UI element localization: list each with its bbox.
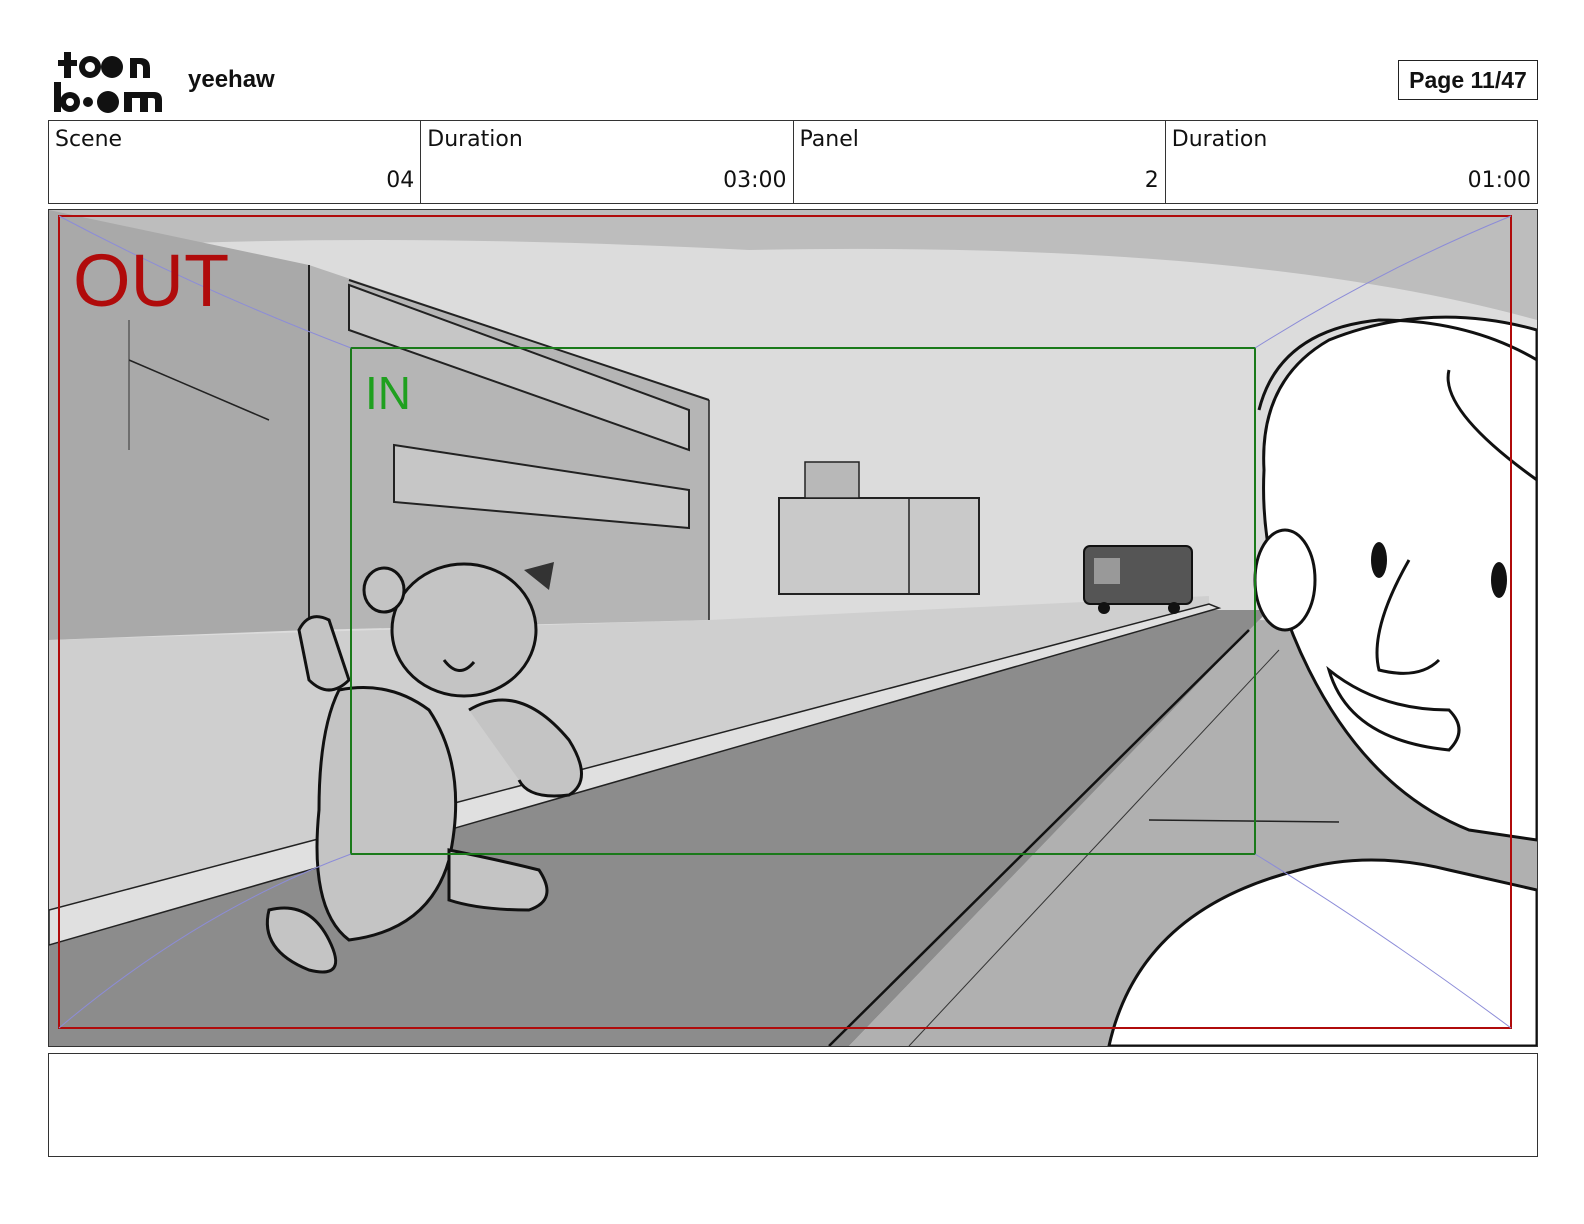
scene-duration-value: 03:00 <box>723 168 787 193</box>
panel-info-table: Scene 04 Duration 03:00 Panel 2 Duration… <box>48 120 1538 204</box>
panel-cell: Panel 2 <box>794 121 1166 203</box>
panel-value: 2 <box>1144 168 1159 193</box>
scene-value: 04 <box>386 168 415 193</box>
storyboard-panel: OUT IN <box>48 209 1538 1047</box>
toon-boom-logo <box>50 48 166 114</box>
page-number: Page 11/47 <box>1398 60 1538 100</box>
panel-duration-value: 01:00 <box>1467 168 1531 193</box>
scene-cell: Scene 04 <box>49 121 422 203</box>
scene-duration-cell: Duration 03:00 <box>421 121 794 203</box>
out-frame-label: OUT <box>73 239 230 322</box>
scene-duration-label: Duration <box>427 127 523 152</box>
panel-duration-cell: Duration 01:00 <box>1166 121 1537 203</box>
panel-notes-box <box>48 1053 1538 1157</box>
panel-sketch <box>49 210 1537 1046</box>
panel-duration-label: Duration <box>1171 127 1268 152</box>
project-title: yeehaw <box>188 66 275 93</box>
panel-label: Panel <box>799 127 859 152</box>
scene-label: Scene <box>55 127 123 152</box>
in-frame-label: IN <box>365 367 411 419</box>
